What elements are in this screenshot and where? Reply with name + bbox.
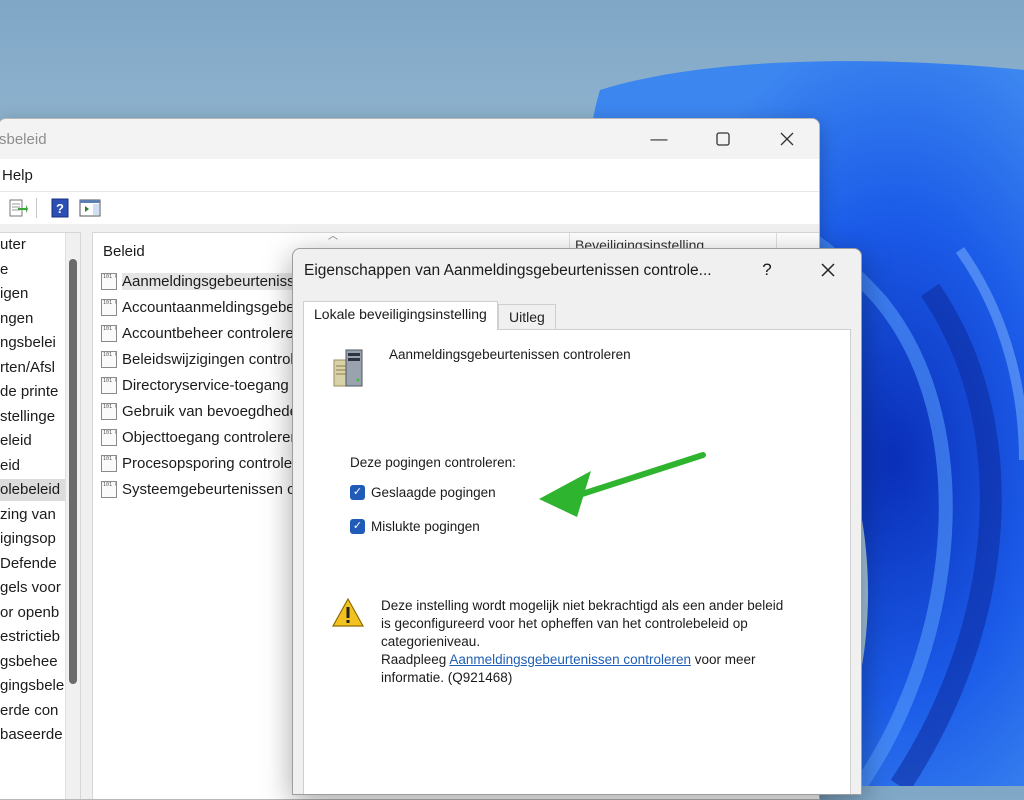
audit-attempts-label: Deze pogingen controleren: [350,455,516,470]
policy-list-label: Objecttoegang controleren [122,428,299,446]
tree-item[interactable]: Defende [0,553,57,575]
action-pane-icon [79,199,101,217]
policy-setting-icon: 101 010 [101,428,117,446]
minimize-icon: — [650,129,668,148]
tree-item[interactable]: uter [0,234,26,256]
toolbar: ? [0,192,819,225]
checkmark-icon: ✓ [352,520,363,532]
policy-name: Aanmeldingsgebeurtenissen controleren [389,347,631,362]
policy-setting-icon: 101 010 [101,324,117,342]
tree-item[interactable]: rten/Afsl [0,357,55,379]
warning-post-link: voor meer [690,652,756,667]
success-checkbox-label[interactable]: Geslaagde pogingen [371,485,496,500]
column-header-policy[interactable]: Beleid [103,243,145,260]
toolbar-separator [36,198,37,218]
checkmark-icon: ✓ [352,486,363,498]
dialog-title: Eigenschappen van Aanmeldingsgebeurtenis… [304,262,712,279]
policy-list-label: Procesopsporing controleren [122,454,314,472]
tree-item[interactable]: eid [0,455,20,477]
tree-scrollbar-thumb[interactable] [69,259,77,684]
help-icon: ? [51,198,69,218]
menu-help[interactable]: Help [2,167,33,184]
dialog-close-button[interactable] [813,257,843,283]
tree-item[interactable]: igingsop [0,528,56,550]
policy-setting-icon: 101 010 [101,298,117,316]
menu-bar: Help [0,159,819,192]
close-icon [821,263,835,277]
warning-text: Deze instelling wordt mogelijk niet bekr… [381,597,811,687]
sort-caret-icon: ︿ [328,232,338,242]
tree-item[interactable]: estrictieb [0,626,60,648]
failure-checkbox-row[interactable]: ✓ Mislukte pogingen [350,519,480,534]
tree-scrollbar[interactable] [65,233,80,799]
close-button[interactable] [757,119,817,159]
help-button[interactable]: ? [49,197,71,219]
tree-item[interactable]: baseerde [0,724,63,746]
tree-item[interactable]: gels voor [0,577,61,599]
failure-checkbox[interactable]: ✓ [350,519,365,534]
tab-explain[interactable]: Uitleg [498,304,556,330]
svg-text:?: ? [56,201,64,216]
tree-item[interactable]: gsbehee [0,651,58,673]
warning-pre-link: Raadpleeg [381,652,450,667]
policy-setting-icon: 101 010 [101,376,117,394]
minimize-button[interactable]: — [629,119,689,159]
export-list-icon [9,199,28,217]
policy-setting-icon: 101 010 [101,272,117,290]
success-checkbox-row[interactable]: ✓ Geslaagde pogingen [350,485,496,500]
tree-item[interactable]: igen [0,283,28,305]
tree-item[interactable]: or openb [0,602,59,624]
policy-server-icon [333,349,363,387]
warning-line: is geconfigureerd voor het opheffen van … [381,616,748,631]
tree-item[interactable]: ngsbelei [0,332,56,354]
tree-item[interactable]: zing van [0,504,56,526]
success-checkbox[interactable]: ✓ [350,485,365,500]
tree-item[interactable]: eleid [0,430,32,452]
warning-line: informatie. (Q921468) [381,670,513,685]
policy-list-row[interactable]: 101 010 Accountbeheer controleren [101,322,302,344]
tree-item[interactable]: stellinge [0,406,55,428]
export-list-button[interactable] [7,197,29,219]
tab-local-security-setting[interactable]: Lokale beveiligingsinstelling [303,301,498,330]
console-tree[interactable]: uter e igen ngen ngsbelei rten/Afsl de printe s… [0,232,81,799]
tree-item[interactable]: de printe [0,381,58,403]
maximize-icon [716,132,730,146]
tab-panel: Aanmeldingsgebeurtenissen controleren De… [303,329,851,794]
warning-icon [331,597,365,627]
policy-setting-icon: 101 010 [101,350,117,368]
policy-help-link[interactable]: Aanmeldingsgebeurtenissen controleren [449,652,691,667]
policy-setting-icon: 101 010 [101,454,117,472]
policy-setting-icon: 101 010 [101,402,117,420]
policy-list-row[interactable]: 101 010 Objecttoegang controleren [101,426,299,448]
show-action-pane-button[interactable] [79,197,101,219]
policy-setting-icon: 101 010 [101,480,117,498]
window-title: sbeleid [0,131,47,148]
policy-list-row[interactable]: 101 010 Procesopsporing controleren [101,452,314,474]
annotation-arrow-icon [539,452,706,517]
close-icon [780,132,794,146]
dialog-help-button[interactable]: ? [755,257,779,283]
warning-link-line: Raadpleeg Aanmeldingsgebeurtenissen cont… [381,651,811,669]
window-titlebar[interactable]: sbeleid — [0,119,819,159]
tree-item[interactable]: ngen [0,308,33,330]
maximize-button[interactable] [693,119,753,159]
policy-list-label: Accountbeheer controleren [122,324,303,342]
warning-line: categorieniveau. [381,634,481,649]
tree-item[interactable]: erde con [0,700,58,722]
tree-item[interactable]: e [0,259,8,281]
warning-line: Deze instelling wordt mogelijk niet bekr… [381,598,784,613]
policy-list-row[interactable]: 101 010Beleidswijzigingen controleren [101,348,324,370]
tree-item[interactable]: gingsbele [0,675,64,697]
failure-checkbox-label[interactable]: Mislukte pogingen [371,519,480,534]
